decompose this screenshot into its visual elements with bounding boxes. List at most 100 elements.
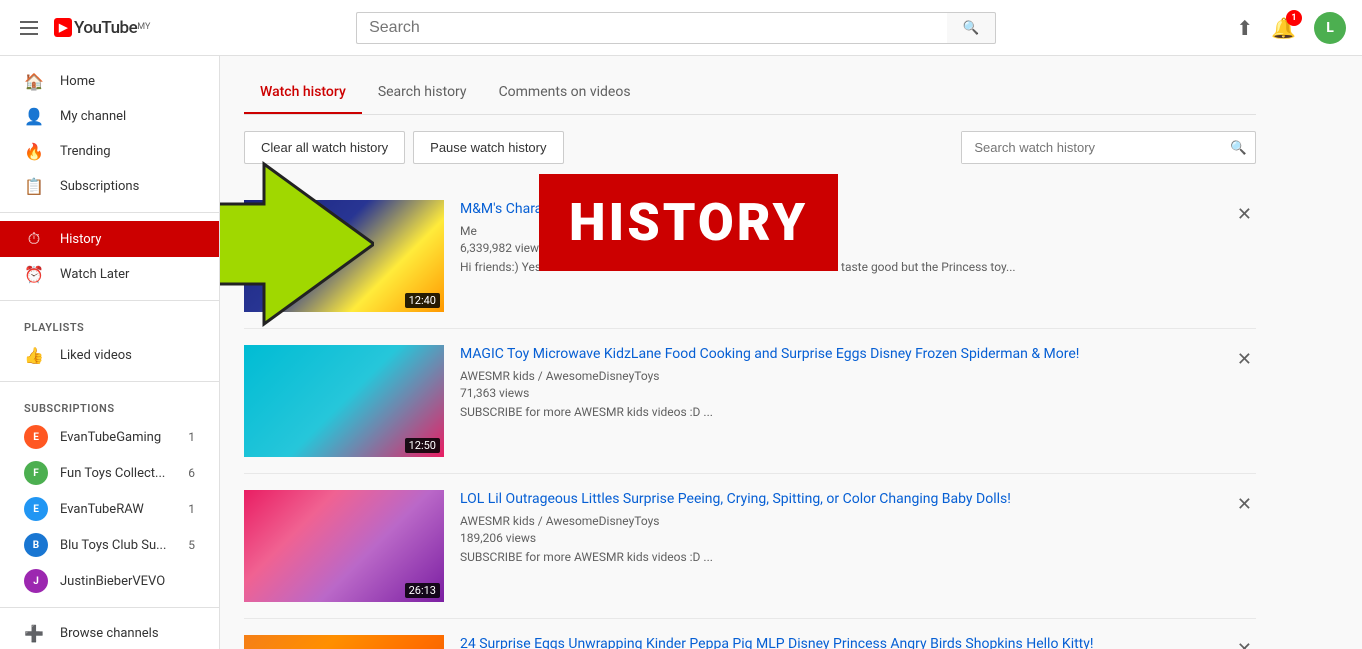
sidebar-item-browse-channels[interactable]: ➕ Browse channels xyxy=(0,616,219,649)
sub-avatar-fun-toys-collect: F xyxy=(24,461,48,485)
remove-video-3-button[interactable]: ✕ xyxy=(1233,490,1256,519)
history-icon: ⏱ xyxy=(24,229,44,249)
hamburger-menu[interactable] xyxy=(16,17,42,39)
content-inner: Watch history Search history Comments on… xyxy=(220,56,1280,649)
topbar-left: ▶ YouTube MY xyxy=(16,17,236,39)
search-bar: 🔍 xyxy=(356,12,996,44)
video-title-3[interactable]: LOL Lil Outrageous Littles Surprise Peei… xyxy=(460,490,1256,510)
video-channel-1: Me xyxy=(460,224,1256,238)
sub-item-evan-tube-raw[interactable]: E EvanTubeRAW 1 xyxy=(0,491,219,527)
search-history-icon: 🔍 xyxy=(1230,140,1247,155)
search-history-input[interactable] xyxy=(962,132,1222,163)
sub-avatar-evan-tube-raw: E xyxy=(24,497,48,521)
notifications-button[interactable]: 🔔 1 xyxy=(1271,16,1296,40)
sub-item-evan-tube-gaming[interactable]: E EvanTubeGaming 1 xyxy=(0,419,219,455)
sidebar-item-liked-videos[interactable]: 👍 Liked videos xyxy=(0,338,219,373)
yt-logo-icon: ▶ xyxy=(54,18,72,37)
sub-name-blu-toys-club: Blu Toys Club Su... xyxy=(60,538,176,553)
video-views-2: 71,363 views xyxy=(460,386,1256,400)
sidebar-item-watch-later[interactable]: ⏰ Watch Later xyxy=(0,257,219,292)
video-views-3: 189,206 views xyxy=(460,531,1256,545)
video-thumb-4[interactable]: 15:22 xyxy=(244,635,444,649)
sidebar-label-liked-videos: Liked videos xyxy=(60,348,132,363)
video-duration-3: 26:13 xyxy=(405,583,440,598)
video-views-1: 6,339,982 views xyxy=(460,241,1256,255)
video-title-2[interactable]: MAGIC Toy Microwave KidzLane Food Cookin… xyxy=(460,345,1256,365)
my-channel-icon: 👤 xyxy=(24,107,44,126)
topbar: ▶ YouTube MY 🔍 ⬆ 🔔 1 L xyxy=(0,0,1362,56)
sub-count-fun-toys-collect: 6 xyxy=(188,466,195,480)
topbar-right: ⬆ 🔔 1 L xyxy=(1236,12,1346,44)
pause-history-button[interactable]: Pause watch history xyxy=(413,131,563,164)
video-item-2: 12:50 MAGIC Toy Microwave KidzLane Food … xyxy=(244,329,1256,474)
sub-avatar-justin-bieber-vevo: J xyxy=(24,569,48,593)
sub-item-blu-toys-club[interactable]: B Blu Toys Club Su... 5 xyxy=(0,527,219,563)
watch-later-icon: ⏰ xyxy=(24,265,44,284)
video-list: HISTORY 12:40 M&M's Character Bounce Me … xyxy=(244,184,1256,649)
video-channel-3: AWESMR kids / AwesomeDisneyToys xyxy=(460,514,1256,528)
video-title-1[interactable]: M&M's Character Bounce xyxy=(460,200,1256,220)
sub-item-fun-toys-collect[interactable]: F Fun Toys Collect... 6 xyxy=(0,455,219,491)
subscriptions-icon: 📋 xyxy=(24,177,44,196)
search-history-button[interactable]: 🔍 xyxy=(1222,140,1255,156)
sidebar-item-subscriptions[interactable]: 📋 Subscriptions xyxy=(0,169,219,204)
browse-channels-icon: ➕ xyxy=(24,624,44,643)
search-history-wrap: 🔍 xyxy=(961,131,1256,164)
tab-watch-history[interactable]: Watch history xyxy=(244,72,362,114)
video-title-4[interactable]: 24 Surprise Eggs Unwrapping Kinder Peppa… xyxy=(460,635,1256,649)
sidebar-label-home: Home xyxy=(60,74,95,89)
youtube-logo[interactable]: ▶ YouTube MY xyxy=(54,18,150,38)
video-info-3: LOL Lil Outrageous Littles Surprise Peei… xyxy=(460,490,1256,565)
video-duration-1: 12:40 xyxy=(405,293,440,308)
actions-bar: Clear all watch history Pause watch hist… xyxy=(244,131,1256,164)
sub-item-justin-bieber-vevo[interactable]: J JustinBieberVEVO xyxy=(0,563,219,599)
subscriptions-section-label: SUBSCRIPTIONS xyxy=(0,390,219,419)
clear-history-button[interactable]: Clear all watch history xyxy=(244,131,405,164)
video-thumb-3[interactable]: 26:13 xyxy=(244,490,444,602)
video-info-4: 24 Surprise Eggs Unwrapping Kinder Peppa… xyxy=(460,635,1256,649)
sidebar-label-my-channel: My channel xyxy=(60,109,126,124)
home-icon: 🏠 xyxy=(24,72,44,91)
remove-video-1-button[interactable]: ✕ xyxy=(1233,200,1256,229)
video-item-3: 26:13 LOL Lil Outrageous Littles Surpris… xyxy=(244,474,1256,619)
sub-name-justin-bieber-vevo: JustinBieberVEVO xyxy=(60,574,183,589)
user-avatar[interactable]: L xyxy=(1314,12,1346,44)
search-input[interactable] xyxy=(356,12,946,44)
upload-button[interactable]: ⬆ xyxy=(1236,16,1253,40)
sidebar-item-history[interactable]: ⏱ History xyxy=(0,221,219,257)
video-info-1: M&M's Character Bounce Me 6,339,982 view… xyxy=(460,200,1256,275)
sidebar-item-my-channel[interactable]: 👤 My channel xyxy=(0,99,219,134)
yt-logo-text: YouTube xyxy=(74,18,137,38)
tabs-bar: Watch history Search history Comments on… xyxy=(244,72,1256,115)
yt-logo-country: MY xyxy=(137,22,150,32)
sub-name-evan-tube-raw: EvanTubeRAW xyxy=(60,502,176,517)
sidebar: 🏠 Home 👤 My channel 🔥 Trending 📋 Subscri… xyxy=(0,56,220,649)
video-thumb-2[interactable]: 12:50 xyxy=(244,345,444,457)
sidebar-item-home[interactable]: 🏠 Home xyxy=(0,64,219,99)
sidebar-label-browse-channels: Browse channels xyxy=(60,626,159,641)
remove-video-2-button[interactable]: ✕ xyxy=(1233,345,1256,374)
tab-comments-on-videos[interactable]: Comments on videos xyxy=(483,72,647,114)
sub-name-evan-tube-gaming: EvanTubeGaming xyxy=(60,430,176,445)
sidebar-label-trending: Trending xyxy=(60,144,111,159)
sub-name-fun-toys-collect: Fun Toys Collect... xyxy=(60,466,176,481)
tab-search-history[interactable]: Search history xyxy=(362,72,483,114)
sidebar-label-watch-later: Watch Later xyxy=(60,267,129,282)
content-area: Watch history Search history Comments on… xyxy=(220,56,1362,649)
app-container: ▶ YouTube MY 🔍 ⬆ 🔔 1 L xyxy=(0,0,1362,649)
trending-icon: 🔥 xyxy=(24,142,44,161)
main-area: 🏠 Home 👤 My channel 🔥 Trending 📋 Subscri… xyxy=(0,56,1362,649)
liked-videos-icon: 👍 xyxy=(24,346,44,365)
video-desc-2: SUBSCRIBE for more AWESMR kids videos :D… xyxy=(460,404,1256,421)
notification-badge: 1 xyxy=(1286,10,1302,26)
video-thumbnail-4 xyxy=(244,635,444,649)
search-icon: 🔍 xyxy=(963,20,980,35)
video-channel-2: AWESMR kids / AwesomeDisneyToys xyxy=(460,369,1256,383)
sidebar-item-trending[interactable]: 🔥 Trending xyxy=(0,134,219,169)
sub-avatar-evan-tube-gaming: E xyxy=(24,425,48,449)
video-thumb-1[interactable]: 12:40 xyxy=(244,200,444,312)
playlists-section-label: PLAYLISTS xyxy=(0,309,219,338)
search-button[interactable]: 🔍 xyxy=(947,12,997,44)
remove-video-4-button[interactable]: ✕ xyxy=(1233,635,1256,649)
sidebar-label-history: History xyxy=(60,232,101,247)
